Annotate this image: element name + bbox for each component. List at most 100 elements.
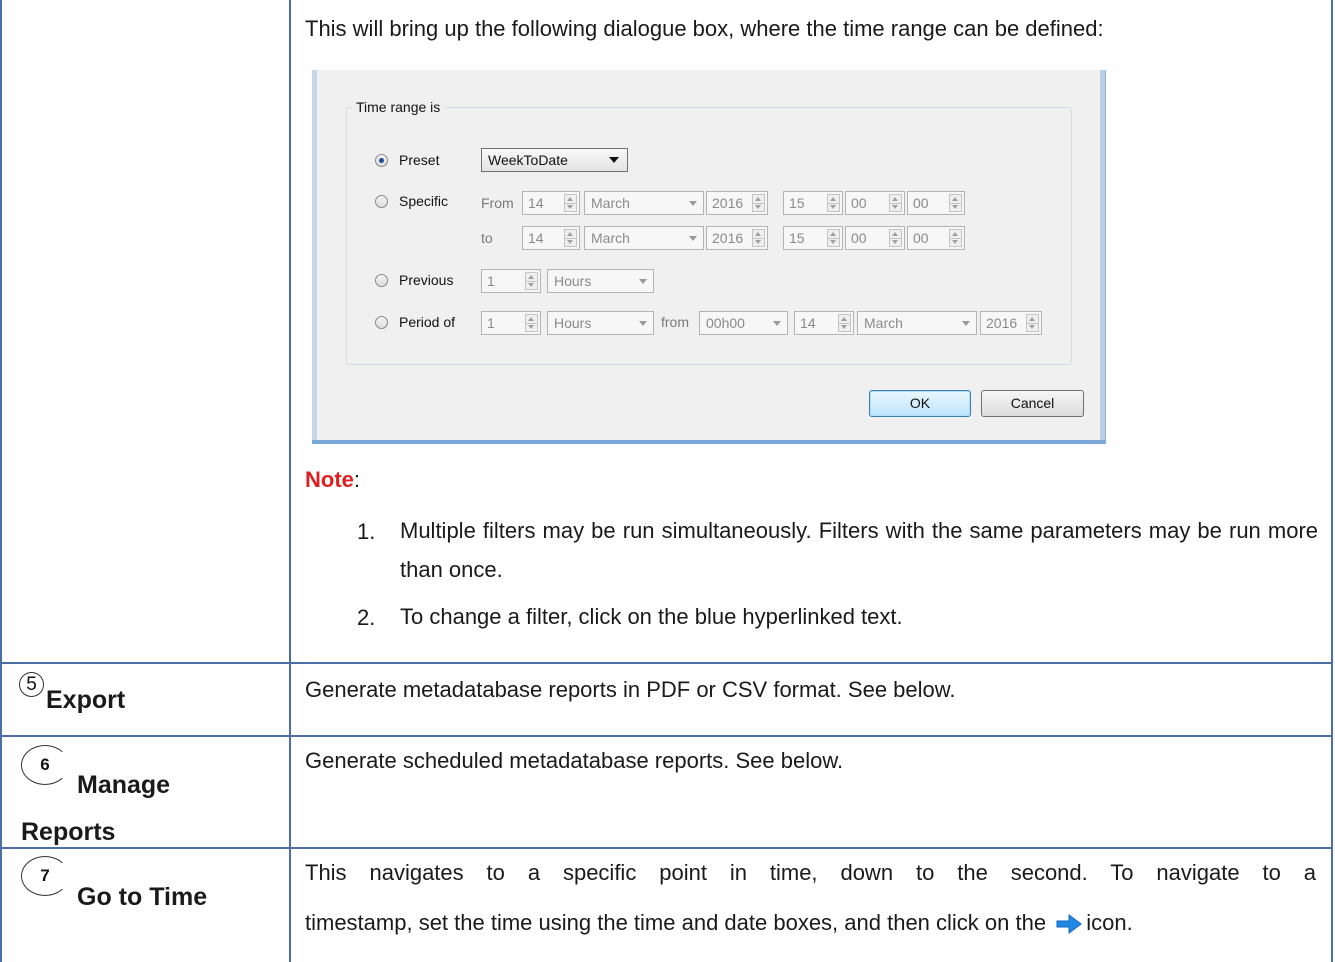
spinner-arrows-icon[interactable] [525,272,538,290]
note-item-2-number: 2. [357,605,376,630]
from-year-value: 2016 [712,195,744,211]
previous-label: Previous [399,272,454,288]
chevron-down-icon [639,279,647,284]
previous-count-spinner[interactable]: 1 [481,269,541,293]
period-unit-select[interactable]: Hours [547,311,654,335]
specific-label: Specific [399,193,449,209]
spinner-arrows-icon[interactable] [827,194,840,212]
previous-unit-value: Hours [554,273,592,289]
period-year-value: 2016 [986,315,1018,331]
period-from-label: from [661,314,689,330]
spinner-arrows-icon[interactable] [838,314,851,332]
period-count-value: 1 [487,315,495,331]
from-hour-value: 15 [789,195,805,211]
to-month-value: March [591,230,630,246]
from-minute-spinner[interactable]: 00 [845,191,905,215]
step-number-badge: 6 [21,745,69,785]
from-year-spinner[interactable]: 2016 [706,191,768,215]
dialog-frame-right [1100,70,1105,444]
note-colon: : [353,467,361,492]
from-month-value: March [591,195,630,211]
spinner-arrows-icon[interactable] [949,194,962,212]
period-day-value: 14 [800,315,816,331]
to-hour-spinner[interactable]: 15 [783,226,843,250]
row-divider-1 [2,662,1333,664]
spinner-arrows-icon[interactable] [1026,314,1039,332]
to-second-value: 00 [913,230,929,246]
period-of-radio[interactable] [375,316,388,329]
cancel-button[interactable]: Cancel [981,390,1084,417]
manage-reports-title-line2: Reports [21,818,116,846]
specific-radio[interactable] [375,195,388,208]
manage-reports-description: Generate scheduled metadatabase reports.… [305,748,844,773]
step-number: 6 [40,755,50,774]
to-year-value: 2016 [712,230,744,246]
period-day-spinner[interactable]: 14 [794,311,854,335]
preset-select[interactable]: WeekToDate [481,148,628,172]
period-count-spinner[interactable]: 1 [481,311,541,335]
chevron-down-icon [773,321,781,326]
period-month-value: March [864,315,903,331]
row-divider-2 [2,735,1333,737]
spinner-arrows-icon[interactable] [525,314,538,332]
chevron-down-icon [609,157,619,163]
spinner-arrows-icon[interactable] [564,229,577,247]
dialog-frame-bottom [312,440,1105,444]
period-year-spinner[interactable]: 2016 [980,311,1042,335]
export-title: Export [46,686,126,714]
to-month-select[interactable]: March [584,226,704,250]
chevron-down-icon [962,321,970,326]
to-day-spinner[interactable]: 14 [522,226,580,250]
go-to-time-description-line2-text: timestamp, set the time using the time a… [305,910,1047,935]
table-border-right [1331,0,1333,962]
step-number-badge: 7 [21,856,69,896]
from-hour-spinner[interactable]: 15 [783,191,843,215]
export-description: Generate metadatabase reports in PDF or … [305,677,956,702]
to-label: to [481,230,493,246]
period-time-value: 00h00 [706,315,745,331]
note-item-1-text: Multiple filters may be run simultaneous… [400,518,1318,582]
table-border-middle [289,0,291,962]
go-to-time-description-line1: This navigates to a specific point in ti… [305,860,1316,885]
period-time-select[interactable]: 00h00 [699,311,788,335]
spinner-arrows-icon[interactable] [752,194,765,212]
preset-radio[interactable] [375,154,388,167]
period-unit-value: Hours [554,315,592,331]
spinner-arrows-icon[interactable] [949,229,962,247]
from-day-value: 14 [528,195,544,211]
note-heading: Note: [305,463,360,497]
note-item-1-number: 1. [357,519,376,544]
from-second-spinner[interactable]: 00 [907,191,965,215]
spinner-arrows-icon[interactable] [827,229,840,247]
spinner-arrows-icon[interactable] [889,194,902,212]
table-border-left [0,0,2,962]
to-minute-spinner[interactable]: 00 [845,226,905,250]
preset-label: Preset [399,152,440,168]
to-day-value: 14 [528,230,544,246]
to-second-spinner[interactable]: 00 [907,226,965,250]
go-to-time-description-line2-end: icon. [1086,910,1133,935]
right-arrow-icon[interactable] [1056,911,1083,945]
ok-button[interactable]: OK [869,390,971,417]
to-hour-value: 15 [789,230,805,246]
go-to-time-description-line2: timestamp, set the time using the time a… [305,906,1133,945]
from-month-select[interactable]: March [584,191,704,215]
group-title: Time range is [352,99,445,115]
previous-unit-select[interactable]: Hours [547,269,654,293]
to-minute-value: 00 [851,230,867,246]
to-year-spinner[interactable]: 2016 [706,226,768,250]
from-second-value: 00 [913,195,929,211]
note-label: Note [305,467,354,492]
spinner-arrows-icon[interactable] [889,229,902,247]
step-number: 7 [40,866,50,885]
chevron-down-icon [689,201,697,206]
from-day-spinner[interactable]: 14 [522,191,580,215]
intro-text: This will bring up the following dialogu… [305,16,1104,41]
chevron-down-icon [639,321,647,326]
period-month-select[interactable]: March [857,311,977,335]
spinner-arrows-icon[interactable] [752,229,765,247]
previous-radio[interactable] [375,274,388,287]
from-label: From [481,195,514,211]
spinner-arrows-icon[interactable] [564,194,577,212]
chevron-down-icon [689,236,697,241]
